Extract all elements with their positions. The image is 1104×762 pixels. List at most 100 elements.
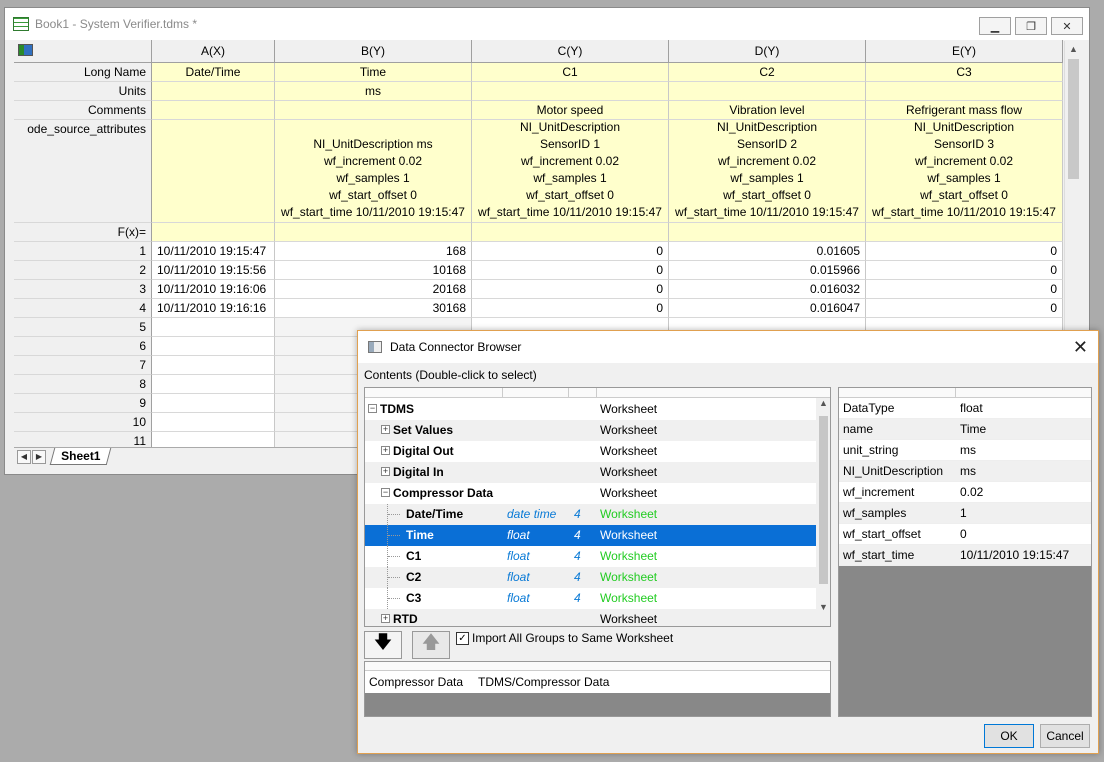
property-row[interactable]: DataType float — [839, 398, 1091, 419]
tree-item[interactable]: Date/Time date time 4 Worksheet — [365, 504, 816, 525]
table-cell[interactable]: 0.015966 — [669, 261, 866, 280]
comments-cell[interactable]: Vibration level — [669, 101, 866, 120]
comments-cell[interactable] — [152, 101, 275, 120]
expand-icon[interactable]: + — [381, 425, 390, 434]
expand-icon[interactable]: + — [381, 467, 390, 476]
tree-item[interactable]: − Compressor Data Worksheet — [365, 483, 816, 504]
column-header[interactable]: D(Y) — [669, 40, 866, 63]
table-cell[interactable]: 0 — [472, 280, 669, 299]
move-up-button[interactable]: 🡅 — [412, 631, 450, 659]
long-name-cell[interactable]: Date/Time — [152, 63, 275, 82]
scroll-up-icon[interactable]: ▲ — [1065, 41, 1082, 57]
import-all-label[interactable]: Import All Groups to Same Worksheet — [472, 631, 673, 645]
row-number[interactable]: 7 — [14, 356, 152, 375]
select-all-corner[interactable] — [14, 40, 152, 63]
row-number[interactable]: 2 — [14, 261, 152, 280]
scrollbar-thumb[interactable] — [1068, 59, 1079, 179]
row-number[interactable]: 6 — [14, 337, 152, 356]
column-header[interactable]: E(Y) — [866, 40, 1063, 63]
tree-item[interactable]: C3 float 4 Worksheet — [365, 588, 816, 609]
table-cell[interactable] — [152, 375, 275, 394]
formula-cell[interactable] — [275, 223, 472, 242]
tree-vertical-scrollbar[interactable]: ▲ ▼ — [816, 398, 830, 626]
table-cell[interactable]: 0 — [472, 242, 669, 261]
attributes-cell[interactable] — [152, 120, 275, 223]
table-cell[interactable]: 10/11/2010 19:15:56 — [152, 261, 275, 280]
scrollbar-thumb[interactable] — [819, 416, 828, 584]
tree-item[interactable]: C2 float 4 Worksheet — [365, 567, 816, 588]
property-row[interactable]: wf_increment 0.02 — [839, 482, 1091, 503]
row-number[interactable]: 8 — [14, 375, 152, 394]
table-cell[interactable] — [152, 413, 275, 432]
contents-tree[interactable]: − TDMS Worksheet + Set Values Worksheet + Digit… — [364, 387, 831, 627]
tree-item[interactable]: + Digital Out Worksheet — [365, 441, 816, 462]
property-row[interactable]: wf_start_offset 0 — [839, 524, 1091, 545]
formula-cell[interactable] — [152, 223, 275, 242]
tree-item[interactable]: + Digital In Worksheet — [365, 462, 816, 483]
property-row[interactable]: unit_string ms — [839, 440, 1091, 461]
row-number[interactable]: 3 — [14, 280, 152, 299]
row-number[interactable]: 5 — [14, 318, 152, 337]
units-cell[interactable] — [152, 82, 275, 101]
tree-item[interactable]: Time float 4 Worksheet — [365, 525, 816, 546]
long-name-cell[interactable]: C3 — [866, 63, 1063, 82]
workbook-titlebar[interactable]: Book1 - System Verifier.tdms * ▁ ❐ ✕ — [5, 8, 1089, 40]
close-icon[interactable]: ✕ — [1073, 337, 1088, 358]
attributes-cell[interactable]: NI_UnitDescription SensorID 2 wf_increme… — [669, 120, 866, 223]
column-header[interactable]: C(Y) — [472, 40, 669, 63]
table-cell[interactable]: 30168 — [275, 299, 472, 318]
property-row[interactable]: NI_UnitDescription ms — [839, 461, 1091, 482]
formula-cell[interactable] — [472, 223, 669, 242]
property-row[interactable]: wf_start_time 10/11/2010 19:15:47 — [839, 545, 1091, 566]
comments-cell[interactable] — [275, 101, 472, 120]
add-down-button[interactable]: 🡇 — [364, 631, 402, 659]
table-cell[interactable] — [152, 337, 275, 356]
table-cell[interactable]: 10168 — [275, 261, 472, 280]
units-cell[interactable] — [472, 82, 669, 101]
table-cell[interactable]: 10/11/2010 19:16:16 — [152, 299, 275, 318]
sheet-next-icon[interactable]: ▶ — [32, 449, 46, 464]
tree-item[interactable]: C1 float 4 Worksheet — [365, 546, 816, 567]
collapse-icon[interactable]: − — [381, 488, 390, 497]
table-cell[interactable]: 0.01605 — [669, 242, 866, 261]
table-cell[interactable]: 0 — [866, 280, 1063, 299]
property-row[interactable]: name Time — [839, 419, 1091, 440]
dialog-titlebar[interactable]: Data Connector Browser ✕ — [358, 331, 1098, 363]
close-button[interactable]: ✕ — [1051, 17, 1083, 35]
ok-button[interactable]: OK — [984, 724, 1034, 748]
row-label-long-name[interactable]: Long Name — [14, 63, 152, 82]
long-name-cell[interactable]: C1 — [472, 63, 669, 82]
restore-button[interactable]: ❐ — [1015, 17, 1047, 35]
row-label-attributes[interactable]: ode_source_attributes — [14, 120, 152, 223]
expand-icon[interactable]: + — [381, 446, 390, 455]
row-label-units[interactable]: Units — [14, 82, 152, 101]
table-cell[interactable]: 0 — [866, 242, 1063, 261]
column-header[interactable]: B(Y) — [275, 40, 472, 63]
sheet-prev-icon[interactable]: ◀ — [17, 449, 31, 464]
import-all-checkbox[interactable]: ✓ — [456, 631, 469, 645]
table-cell[interactable]: 10/11/2010 19:16:06 — [152, 280, 275, 299]
property-row[interactable]: wf_samples 1 — [839, 503, 1091, 524]
table-cell[interactable]: 168 — [275, 242, 472, 261]
table-cell[interactable]: 10/11/2010 19:15:47 — [152, 242, 275, 261]
units-cell[interactable] — [866, 82, 1063, 101]
table-cell[interactable]: 0.016032 — [669, 280, 866, 299]
table-cell[interactable]: 0 — [866, 299, 1063, 318]
attributes-cell[interactable]: NI_UnitDescription SensorID 3 wf_increme… — [866, 120, 1063, 223]
table-cell[interactable]: 0.016047 — [669, 299, 866, 318]
row-number[interactable]: 9 — [14, 394, 152, 413]
long-name-cell[interactable]: Time — [275, 63, 472, 82]
table-cell[interactable] — [152, 356, 275, 375]
table-cell[interactable]: 0 — [472, 261, 669, 280]
comments-cell[interactable]: Motor speed — [472, 101, 669, 120]
attributes-cell[interactable]: NI_UnitDescription SensorID 1 wf_increme… — [472, 120, 669, 223]
table-cell[interactable] — [152, 318, 275, 337]
scroll-up-icon[interactable]: ▲ — [816, 398, 830, 408]
collapse-icon[interactable]: − — [368, 404, 377, 413]
units-cell[interactable]: ms — [275, 82, 472, 101]
attributes-cell[interactable]: NI_UnitDescription ms wf_increment 0.02 … — [275, 120, 472, 223]
table-cell[interactable]: 20168 — [275, 280, 472, 299]
minimize-button[interactable]: ▁ — [979, 17, 1011, 35]
cancel-button[interactable]: Cancel — [1040, 724, 1090, 748]
import-all-checkbox-row[interactable]: ✓ Import All Groups to Same Worksheet — [456, 631, 673, 645]
